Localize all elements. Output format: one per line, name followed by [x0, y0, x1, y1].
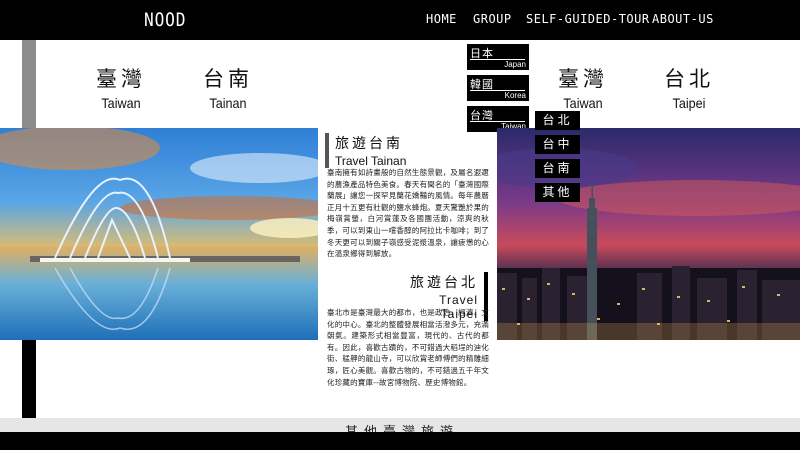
city-heading-en: Taiwan	[101, 95, 141, 111]
left-rail-gray	[22, 40, 36, 128]
language-label-en: Korea	[504, 91, 526, 100]
language-korea-button[interactable]: 韓國 Korea	[467, 75, 529, 101]
city-heading-zh: 臺灣	[96, 67, 146, 91]
section-heading-en: Travel Tainan	[335, 154, 407, 168]
city-menu-taipei[interactable]: 台北	[535, 111, 580, 130]
city-menu-others[interactable]: 其他	[535, 183, 580, 202]
city-heading-en: Tainan	[209, 95, 247, 111]
city-menu-taichung[interactable]: 台中	[535, 135, 580, 154]
section-heading-travel-tainan: 旅遊台南 Travel Tainan	[325, 133, 406, 168]
city-heading-tainan: 台南 Tainan	[188, 63, 268, 111]
other-taiwan-travel-heading: 其他臺灣旅遊	[345, 422, 459, 432]
taipei-description: 臺北市是臺灣最大的都市，也是政治、經濟、文化的中心。臺北的整體發展相當活潑多元，…	[327, 308, 489, 387]
city-heading-taiwan-left: 臺灣 Taiwan	[81, 63, 161, 111]
language-label-en: Japan	[504, 60, 526, 69]
city-menu-tainan[interactable]: 台南	[535, 159, 580, 178]
city-heading-taipei: 台北 Taipei	[649, 63, 729, 111]
site-logo[interactable]: NOOD	[144, 9, 186, 31]
city-heading-zh: 臺灣	[558, 67, 608, 91]
nav-self-guided-tour[interactable]: SELF-GUIDED-TOUR	[526, 12, 650, 26]
nav-group[interactable]: GROUP	[473, 12, 512, 26]
nav-home[interactable]: HOME	[426, 12, 457, 26]
tainan-church-photo	[0, 128, 318, 340]
tainan-church-image	[0, 128, 318, 340]
city-heading-taiwan-right: 臺灣 Taiwan	[543, 63, 623, 111]
language-japan-button[interactable]: 日本 Japan	[467, 44, 529, 70]
left-rail-black	[22, 340, 36, 425]
section-heading-zh: 旅遊台北	[410, 275, 478, 291]
tainan-description: 臺南擁有如詩畫般的自然生態景觀，及屬名遐邇的農漁產品特色美食。春天有聞名的「臺灣…	[327, 168, 489, 259]
nav-about-us[interactable]: ABOUT-US	[652, 12, 714, 26]
city-heading-en: Taiwan	[563, 95, 603, 111]
footer-bar	[0, 432, 800, 450]
city-heading-zh: 台南	[203, 67, 253, 91]
section-heading-zh: 旅遊台南	[335, 136, 403, 152]
city-heading-zh: 台北	[664, 67, 714, 91]
city-heading-en: Taipei	[672, 95, 706, 111]
top-navbar: NOOD HOME GROUP SELF-GUIDED-TOUR ABOUT-U…	[0, 0, 800, 40]
